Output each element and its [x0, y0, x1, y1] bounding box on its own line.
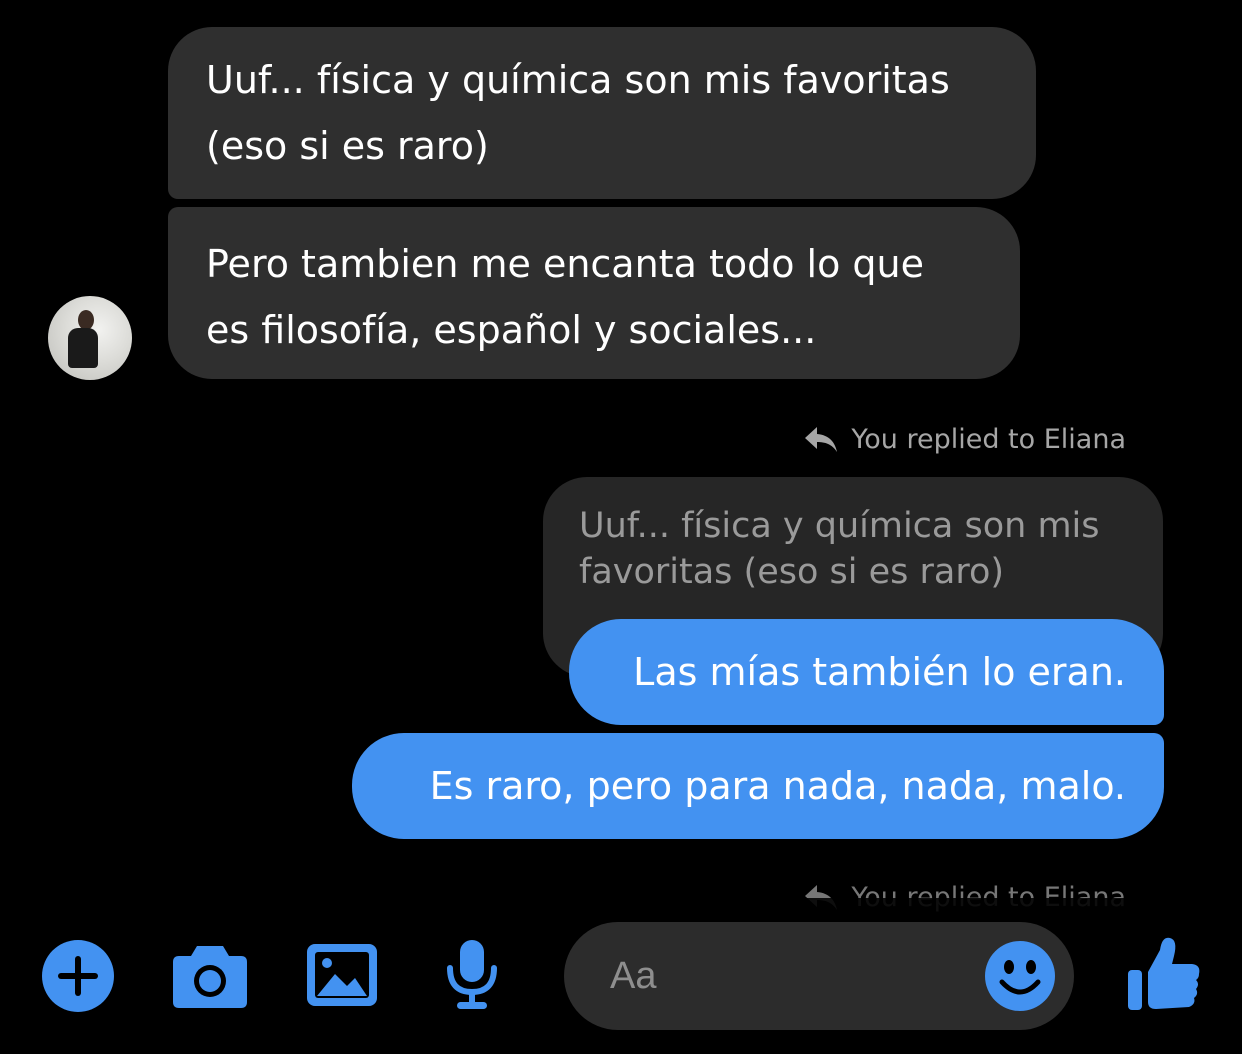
message-text-line: Pero tambien me encanta todo lo que [206, 242, 925, 286]
message-input[interactable] [608, 944, 972, 1008]
conversation-view: Uuf... física y química son mis favorita… [0, 0, 1242, 1054]
camera-icon[interactable] [171, 942, 249, 1010]
avatar[interactable] [48, 296, 132, 380]
emoji-icon[interactable] [984, 940, 1056, 1012]
reply-context-text: You replied to Eliana [851, 424, 1126, 455]
reply-arrow-icon [805, 427, 838, 452]
outgoing-message[interactable]: Es raro, pero para nada, nada, malo. [352, 733, 1164, 839]
image-icon[interactable] [305, 942, 379, 1008]
quoted-text-line: Uuf... física y química son mis [579, 506, 1100, 546]
microphone-icon[interactable] [443, 938, 501, 1012]
outgoing-message[interactable]: Las mías también lo eran. [569, 619, 1164, 725]
thumbs-up-icon[interactable] [1126, 934, 1202, 1012]
message-text-line: (eso si es raro) [206, 124, 489, 168]
message-input-container[interactable] [564, 922, 1074, 1030]
quoted-text-line: favoritas (eso si es raro) [579, 552, 1005, 592]
incoming-message[interactable]: Uuf... física y química son mis favorita… [168, 27, 1036, 199]
plus-icon[interactable] [42, 940, 114, 1012]
message-text-line: es filosofía, español y sociales... [206, 308, 817, 352]
avatar-photo-head [78, 310, 94, 330]
message-text-line: Uuf... física y química son mis favorita… [206, 58, 950, 102]
incoming-message[interactable]: Pero tambien me encanta todo lo que es f… [168, 207, 1020, 379]
message-text: Las mías también lo eran. [633, 650, 1126, 694]
reply-context-label: You replied to Eliana [803, 420, 1126, 460]
message-text: Es raro, pero para nada, nada, malo. [429, 764, 1126, 808]
avatar-photo-body [68, 328, 98, 368]
